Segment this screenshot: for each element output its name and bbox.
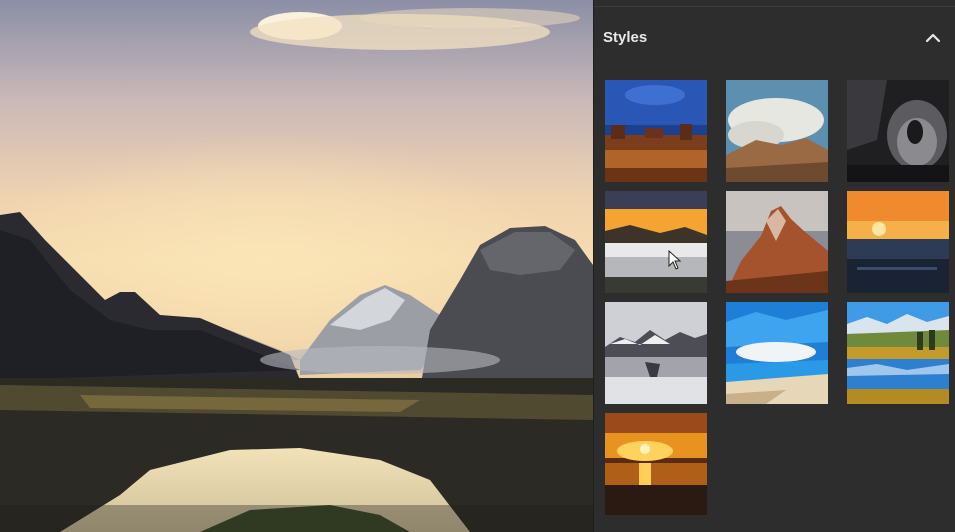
style-thumbnail-red-peak[interactable] — [726, 191, 828, 293]
chevron-up-icon[interactable] — [921, 26, 945, 50]
section-title: Styles — [603, 29, 648, 46]
styles-grid — [605, 80, 955, 520]
styles-section-header[interactable]: Styles — [594, 22, 955, 56]
panel-divider — [594, 6, 955, 7]
style-thumbnail-sunset-lake[interactable] — [605, 191, 707, 293]
style-thumbnail-alpine-reflection[interactable] — [847, 302, 949, 404]
styles-panel: Styles — [593, 0, 955, 532]
style-thumbnail-desert-mesa[interactable] — [605, 80, 707, 182]
style-thumbnail-golden-sun-sea[interactable] — [605, 413, 707, 515]
canvas-image[interactable] — [0, 0, 593, 532]
style-thumbnail-blue-sky-beach[interactable] — [726, 302, 828, 404]
style-thumbnail-cloudy-mountain[interactable] — [726, 80, 828, 182]
style-thumbnail-misty-peaks[interactable] — [605, 302, 707, 404]
style-thumbnail-orange-sunset-sea[interactable] — [847, 191, 949, 293]
mountain-lake-photo — [0, 0, 593, 532]
style-thumbnail-dark-rock[interactable] — [847, 80, 949, 182]
